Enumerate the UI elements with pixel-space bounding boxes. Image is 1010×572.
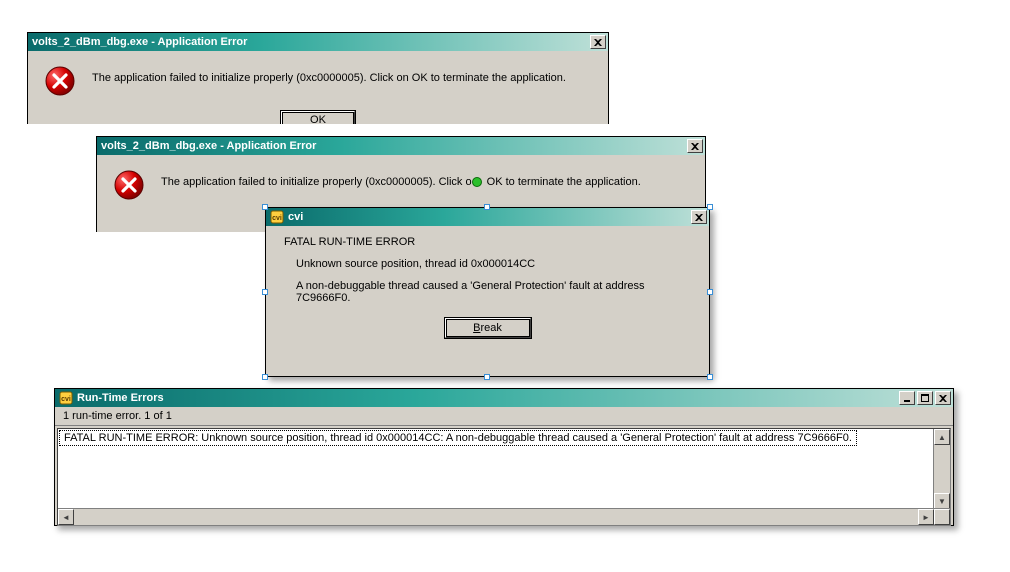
window-title: volts_2_dBm_dbg.exe - Application Error xyxy=(32,36,588,48)
vertical-scrollbar[interactable]: ▲ ▼ xyxy=(933,429,950,509)
close-button[interactable] xyxy=(590,35,606,49)
titlebar[interactable]: cvi cvi xyxy=(266,208,709,226)
error-message: The application failed to initialize pro… xyxy=(161,169,641,189)
fatal-line-2: A non-debuggable thread caused a 'Genera… xyxy=(296,280,676,304)
close-icon xyxy=(594,39,602,46)
close-icon xyxy=(695,214,703,221)
window-title: volts_2_dBm_dbg.exe - Application Error xyxy=(101,140,685,152)
selection-handle[interactable] xyxy=(262,289,268,295)
close-icon xyxy=(939,395,947,402)
titlebar[interactable]: cvi Run-Time Errors xyxy=(55,389,953,407)
error-message: The application failed to initialize pro… xyxy=(92,65,566,85)
selection-handle[interactable] xyxy=(262,204,268,210)
error-list-item[interactable]: FATAL RUN-TIME ERROR: Unknown source pos… xyxy=(59,430,857,446)
svg-text:cvi: cvi xyxy=(272,215,282,222)
minimize-button[interactable] xyxy=(899,391,915,405)
maximize-icon xyxy=(921,394,929,402)
fatal-heading: FATAL RUN-TIME ERROR xyxy=(284,236,691,248)
selection-handle[interactable] xyxy=(262,374,268,380)
scroll-left-button[interactable]: ◄ xyxy=(58,509,74,525)
close-button[interactable] xyxy=(691,210,707,224)
cvi-icon: cvi xyxy=(59,391,73,405)
ok-button[interactable]: OK xyxy=(281,111,355,124)
window-title: cvi xyxy=(288,211,689,223)
scroll-right-button[interactable]: ► xyxy=(918,509,934,525)
scroll-up-button[interactable]: ▲ xyxy=(934,429,950,445)
horizontal-scrollbar[interactable]: ◄ ► xyxy=(58,508,950,525)
selection-handle[interactable] xyxy=(707,204,713,210)
error-icon xyxy=(113,169,145,201)
break-button[interactable]: Break xyxy=(445,318,531,338)
cvi-fatal-dialog: cvi cvi FATAL RUN-TIME ERROR Unknown sou… xyxy=(265,207,710,377)
cvi-icon: cvi xyxy=(270,210,284,224)
close-icon xyxy=(691,143,699,150)
scroll-down-button[interactable]: ▼ xyxy=(934,493,950,509)
selection-handle[interactable] xyxy=(707,374,713,380)
status-line: 1 run-time error. 1 of 1 xyxy=(55,407,953,426)
selection-handle[interactable] xyxy=(484,374,490,380)
selection-handle[interactable] xyxy=(484,204,490,210)
selection-handle-icon xyxy=(472,177,482,187)
error-list[interactable]: FATAL RUN-TIME ERROR: Unknown source pos… xyxy=(57,428,951,526)
scroll-corner xyxy=(934,509,950,525)
selection-handle[interactable] xyxy=(707,289,713,295)
titlebar[interactable]: volts_2_dBm_dbg.exe - Application Error xyxy=(28,33,608,51)
fatal-line-1: Unknown source position, thread id 0x000… xyxy=(296,258,691,270)
svg-text:cvi: cvi xyxy=(61,396,71,403)
window-title: Run-Time Errors xyxy=(77,392,897,404)
error-icon xyxy=(44,65,76,97)
titlebar[interactable]: volts_2_dBm_dbg.exe - Application Error xyxy=(97,137,705,155)
runtime-errors-window: cvi Run-Time Errors 1 run-time error. 1 … xyxy=(54,388,954,526)
maximize-button[interactable] xyxy=(917,391,933,405)
app-error-dialog-1: volts_2_dBm_dbg.exe - Application Error … xyxy=(27,32,609,124)
close-button[interactable] xyxy=(935,391,951,405)
close-button[interactable] xyxy=(687,139,703,153)
minimize-icon xyxy=(903,394,911,402)
